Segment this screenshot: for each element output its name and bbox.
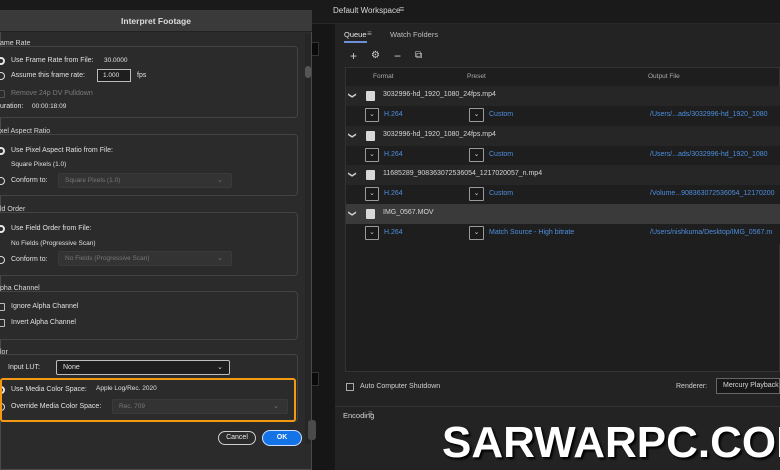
column-preset[interactable]: Preset <box>467 73 486 80</box>
preset-dropdown[interactable]: ⌄ <box>469 226 484 240</box>
source-file-name: IMG_0567.MOV <box>383 209 434 216</box>
queue-menu-icon[interactable]: ≡ <box>367 29 372 38</box>
dialog-scroll-thumb[interactable] <box>305 66 311 78</box>
preset-dropdown[interactable]: ⌄ <box>469 108 484 122</box>
source-file-name: 3032996-hd_1920_1080_24fps.mp4 <box>383 131 496 138</box>
remove-pulldown-checkbox[interactable] <box>0 90 5 98</box>
preset-dropdown[interactable]: ⌄ <box>469 148 484 162</box>
alpha-channel-group <box>0 291 298 340</box>
par-conform-value: Square Pixels (1.0) <box>65 177 121 184</box>
preset-link[interactable]: Match Source - High bitrate <box>489 229 574 236</box>
output-file-link[interactable]: /Users/nishkuma/Desktop/IMG_0567.m <box>650 229 772 236</box>
chevron-down-icon[interactable]: ❯ <box>348 92 357 99</box>
chevron-down-icon: ⌄ <box>217 364 223 371</box>
dialog-scrollbar[interactable] <box>305 34 311 444</box>
par-file-value: Square Pixels (1.0) <box>11 161 67 168</box>
preset-dropdown[interactable]: ⌄ <box>469 187 484 201</box>
field-order-conform-label: Conform to: <box>11 256 48 263</box>
invert-alpha-checkbox[interactable] <box>0 319 5 327</box>
preset-link[interactable]: Custom <box>489 151 513 158</box>
invert-alpha-label: Invert Alpha Channel <box>11 319 76 326</box>
add-source-icon[interactable]: + <box>350 49 357 63</box>
source-file-name: 3032996-hd_1920_1080_24fps.mp4 <box>383 91 496 98</box>
field-order-conform-select[interactable]: No Fields (Progressive Scan) ⌄ <box>58 251 232 266</box>
format-dropdown[interactable]: ⌄ <box>365 226 379 240</box>
auto-shutdown-label: Auto Computer Shutdown <box>360 383 441 390</box>
file-icon <box>366 131 375 141</box>
chevron-down-icon[interactable]: ❯ <box>348 171 357 178</box>
dialog-scroll-thumb-lower[interactable] <box>308 420 316 440</box>
input-lut-select[interactable]: None ⌄ <box>56 360 230 375</box>
file-icon <box>366 91 375 101</box>
auto-shutdown-checkbox[interactable] <box>346 383 354 391</box>
format-dropdown[interactable]: ⌄ <box>365 187 379 201</box>
column-output-file[interactable]: Output File <box>648 73 680 80</box>
chevron-down-icon: ⌄ <box>217 255 223 262</box>
video-file-icon <box>366 170 375 180</box>
cancel-button[interactable]: Cancel <box>218 431 256 445</box>
tab-queue[interactable]: Queue <box>344 30 367 43</box>
chevron-down-icon: ⌄ <box>217 177 223 184</box>
preset-link[interactable]: Custom <box>489 111 513 118</box>
tab-watch-folders[interactable]: Watch Folders <box>390 30 438 39</box>
field-order-file-value: No Fields (Progressive Scan) <box>11 240 96 247</box>
fps-label: fps <box>137 72 147 79</box>
dialog-title: Interpret Footage <box>0 10 312 32</box>
renderer-label: Renderer: <box>676 383 708 390</box>
column-format[interactable]: Format <box>373 73 394 80</box>
preset-link[interactable]: Custom <box>489 190 513 197</box>
field-order-from-file-label: Use Field Order from File: <box>11 225 92 232</box>
format-link[interactable]: H.264 <box>384 229 403 236</box>
format-link[interactable]: H.264 <box>384 190 403 197</box>
remove-pulldown-label: Remove 24p DV Pulldown <box>11 90 93 97</box>
format-dropdown[interactable]: ⌄ <box>365 148 379 162</box>
watermark: SARWARPC.COM <box>442 418 780 467</box>
input-lut-label: Input LUT: <box>8 364 40 371</box>
input-lut-value: None <box>63 364 80 371</box>
ignore-alpha-checkbox[interactable] <box>0 303 5 311</box>
output-file-link[interactable]: /Volume...908363072536054_12170200 <box>650 190 775 197</box>
ignore-alpha-label: Ignore Alpha Channel <box>11 303 79 310</box>
frame-rate-file-value: 30.0000 <box>104 57 128 64</box>
workspace-label[interactable]: Default Workspace <box>333 6 400 15</box>
par-conform-select[interactable]: Square Pixels (1.0) ⌄ <box>58 173 232 188</box>
settings-icon[interactable]: ⚙ <box>371 50 380 61</box>
duplicate-icon[interactable]: ⧉ <box>415 50 422 61</box>
ok-button[interactable]: OK <box>262 430 302 446</box>
format-dropdown[interactable]: ⌄ <box>365 108 379 122</box>
assume-frame-rate-input[interactable]: 1.000 <box>97 69 131 82</box>
remove-icon[interactable]: − <box>394 49 401 63</box>
output-file-link[interactable]: /Users/...ads/3032996-hd_1920_1080 <box>650 111 768 118</box>
field-order-conform-value: No Fields (Progressive Scan) <box>65 255 150 262</box>
format-link[interactable]: H.264 <box>384 111 403 118</box>
video-file-icon <box>366 209 375 219</box>
par-from-file-label: Use Pixel Aspect Ratio from File: <box>11 147 113 154</box>
format-link[interactable]: H.264 <box>384 151 403 158</box>
duration-value: 00:00:18:09 <box>32 103 67 110</box>
chevron-down-icon[interactable]: ❯ <box>348 132 357 139</box>
par-conform-label: Conform to: <box>11 177 48 184</box>
output-file-link[interactable]: /Users/...ads/3032996-hd_1920_1080 <box>650 151 768 158</box>
source-file-name: 11685289_908363072536054_1217020057_n.mp… <box>383 170 543 177</box>
panel-divider <box>312 24 335 470</box>
duration-label: uration: <box>0 103 24 110</box>
chevron-down-icon[interactable]: ❯ <box>348 210 357 217</box>
encoding-menu-icon[interactable]: ≡ <box>368 409 373 418</box>
frame-rate-from-file-label: Use Frame Rate from File: <box>11 57 94 64</box>
renderer-select[interactable]: Mercury Playback <box>716 378 780 394</box>
highlight-box <box>0 378 296 422</box>
workspace-menu-icon[interactable]: ≡ <box>399 4 404 14</box>
assume-frame-rate-label: Assume this frame rate: <box>11 72 85 79</box>
